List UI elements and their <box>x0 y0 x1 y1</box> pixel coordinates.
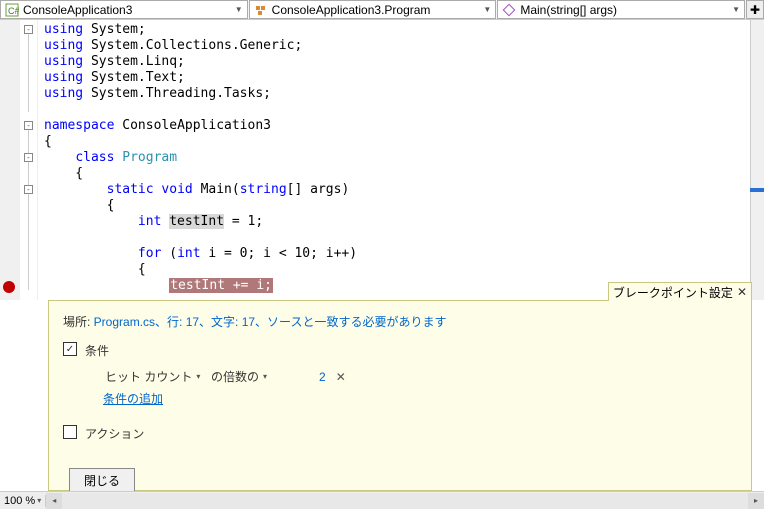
csharp-icon: C# <box>5 3 19 17</box>
class-label: ConsoleApplication3.Program <box>272 3 431 17</box>
overview-mark <box>750 188 764 192</box>
close-icon[interactable]: ✕ <box>737 285 747 299</box>
location-row: 場所: Program.cs、行: 17、文字: 17、ソースと一致する必要があ… <box>63 313 737 330</box>
outline-gutter[interactable]: - - - - <box>20 20 38 300</box>
condition-op-select[interactable]: の倍数の▾ <box>209 367 309 386</box>
breakpoint-gutter[interactable] <box>0 20 20 300</box>
condition-row: ヒット カウント▾ の倍数の▾ 2 ✕ <box>103 367 737 386</box>
conditions-label: 条件 <box>85 342 109 359</box>
chevron-down-icon: ▾ <box>263 372 267 381</box>
panel-title-bar: ブレークポイント設定 ✕ <box>608 282 752 301</box>
scroll-track[interactable] <box>62 493 748 509</box>
actions-checkbox[interactable] <box>63 425 77 439</box>
scope-label: ConsoleApplication3 <box>23 3 132 17</box>
collapse-toggle[interactable]: - <box>24 25 33 34</box>
zoom-value: 100 % <box>4 495 35 507</box>
scroll-left-button[interactable]: ◂ <box>46 493 62 509</box>
code-content[interactable]: using System; using System.Collections.G… <box>38 20 750 300</box>
chevron-down-icon: ▾ <box>196 372 200 381</box>
class-icon <box>254 3 268 17</box>
navigation-bar: C# ConsoleApplication3 ▼ ConsoleApplicat… <box>0 0 764 20</box>
actions-label: アクション <box>85 425 144 442</box>
panel-title: ブレークポイント設定 <box>613 284 733 301</box>
scroll-right-button[interactable]: ▸ <box>748 493 764 509</box>
remove-condition-icon[interactable]: ✕ <box>336 370 346 384</box>
close-button[interactable]: 閉じる <box>69 468 135 493</box>
location-link[interactable]: Program.cs、行: 17、文字: 17、ソースと一致する必要があります <box>94 315 447 329</box>
condition-value[interactable]: 2 <box>319 370 326 384</box>
bottom-bar: 100 % ▾ ◂ ▸ <box>0 491 764 509</box>
scope-dropdown[interactable]: C# ConsoleApplication3 ▼ <box>0 0 248 19</box>
method-icon <box>502 3 516 17</box>
chevron-down-icon: ▾ <box>37 496 41 505</box>
zoom-selector[interactable]: 100 % ▾ <box>0 495 46 507</box>
class-dropdown[interactable]: ConsoleApplication3.Program ▼ <box>249 0 497 19</box>
chevron-down-icon: ▼ <box>483 5 491 14</box>
conditions-checkbox[interactable]: ✓ <box>63 342 77 356</box>
collapse-toggle[interactable]: - <box>24 121 33 130</box>
member-dropdown[interactable]: Main(string[] args) ▼ <box>497 0 745 19</box>
code-editor[interactable]: - - - - using System; using System.Colle… <box>0 20 764 300</box>
overview-ruler[interactable] <box>750 20 764 300</box>
location-label: 場所: <box>63 315 94 329</box>
chevron-down-icon: ▼ <box>235 5 243 14</box>
breakpoint-settings-panel: ブレークポイント設定 ✕ 場所: Program.cs、行: 17、文字: 17… <box>48 300 752 491</box>
chevron-down-icon: ▼ <box>732 5 740 14</box>
split-icon: ✚ <box>750 3 760 17</box>
collapse-toggle[interactable]: - <box>24 153 33 162</box>
add-condition-link[interactable]: 条件の追加 <box>103 390 737 407</box>
split-button[interactable]: ✚ <box>746 0 764 19</box>
horizontal-scrollbar[interactable]: ◂ ▸ <box>46 493 764 509</box>
breakpoint-marker[interactable] <box>3 281 15 293</box>
member-label: Main(string[] args) <box>520 3 617 17</box>
condition-type-select[interactable]: ヒット カウント▾ <box>103 367 203 386</box>
collapse-toggle[interactable]: - <box>24 185 33 194</box>
svg-text:C#: C# <box>8 6 19 16</box>
